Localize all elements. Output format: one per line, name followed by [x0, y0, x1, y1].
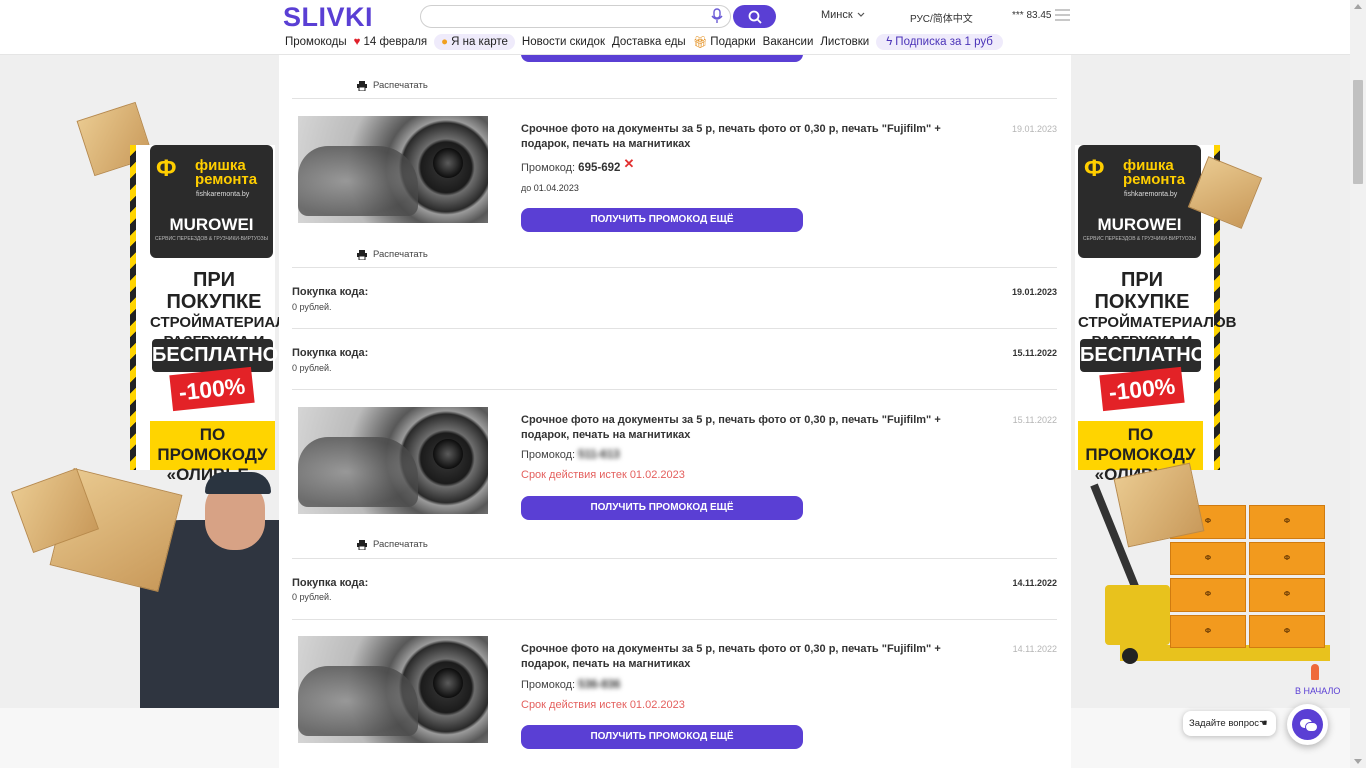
search-button[interactable]: [733, 5, 776, 28]
offer-title[interactable]: Срочное фото на документы за 5 р, печать…: [521, 413, 971, 443]
promocode: Промокод: 536-836: [521, 679, 621, 691]
nav-promocodes[interactable]: Промокоды: [285, 36, 347, 48]
get-promocode-button[interactable]: ПОЛУЧИТЬ ПРОМОКОД ЕЩЁ: [521, 725, 803, 749]
site-header: SLIVKI Минск РУС/简体中文 *** 83.45 Промокод…: [0, 0, 1350, 55]
hand-icon: ☚: [1259, 718, 1268, 729]
scroll-up-arrow[interactable]: [1354, 4, 1362, 9]
valid-until: до 01.04.2023: [521, 183, 579, 193]
offer-date: 14.11.2022: [1012, 644, 1057, 654]
offer-title[interactable]: Срочное фото на документы за 5 р, печать…: [521, 122, 971, 152]
print-link[interactable]: Распечатать: [357, 539, 428, 550]
purchase-date: 14.11.2022: [1012, 578, 1057, 588]
purchase-label: Покупка кода:: [292, 347, 369, 359]
ad-discount: -100%: [1099, 366, 1185, 412]
lightning-icon: ϟ: [886, 36, 893, 48]
ask-question-bubble[interactable]: Задайте вопрос☚: [1183, 711, 1276, 736]
scroll-down-arrow[interactable]: [1354, 759, 1362, 764]
chevron-down-icon: [857, 12, 865, 17]
get-promocode-button[interactable]: ПОЛУЧИТЬ ПРОМОКОД ЕЩЁ: [521, 496, 803, 520]
cross-icon: ✕: [623, 156, 635, 171]
left-ad-panel[interactable]: Ф фишка ремонта fishkaremonta.by MUROWEI…: [130, 145, 308, 484]
nav-feb14[interactable]: ♥ 14 февраля: [354, 36, 428, 48]
divider: [292, 267, 1057, 268]
fishka-logo: Ф фишка ремонта fishkaremonta.by MUROWEI…: [150, 145, 273, 258]
rocket-icon[interactable]: [1311, 664, 1319, 680]
nav-vacancies[interactable]: Вакансии: [763, 36, 814, 48]
divider: [292, 558, 1057, 559]
ad-free-label: БЕСПЛАТНО: [1080, 339, 1206, 372]
heart-icon: ♥: [353, 36, 361, 48]
promocode: Промокод: 695-692 ✕: [521, 156, 635, 174]
offer-date: 19.01.2023: [1011, 124, 1057, 134]
site-logo[interactable]: SLIVKI: [283, 2, 373, 33]
back-to-top-link[interactable]: В НАЧАЛО: [1295, 686, 1340, 696]
hazard-stripes: [130, 145, 136, 470]
search-icon: [748, 10, 762, 24]
chat-button[interactable]: [1287, 704, 1328, 745]
purchase-price: 0 рублей.: [292, 302, 332, 312]
worker-cap: [205, 472, 271, 494]
ad-promo-label: ПО ПРОМОКОДУ «ОЛИВЬЕ»: [150, 421, 275, 484]
truck-wheel: [1122, 648, 1138, 664]
expired-notice: Срок действия истек 01.02.2023: [521, 699, 685, 711]
currency-rate: *** 83.45: [1012, 10, 1052, 21]
divider: [292, 328, 1057, 329]
nav-leaflets[interactable]: Листовки: [820, 36, 869, 48]
ad-discount: -100%: [169, 366, 255, 412]
nav-on-map[interactable]: ● Я на карте: [434, 34, 515, 50]
printer-icon: [357, 539, 367, 550]
fishka-logo: Ф фишка ремонта fishkaremonta.by MUROWEI…: [1078, 145, 1201, 258]
purchase-date: 19.01.2023: [1011, 287, 1057, 297]
print-link[interactable]: Распечатать: [357, 249, 428, 260]
language-selector[interactable]: РУС/简体中文: [910, 10, 973, 25]
ad-free-label: БЕСПЛАТНО: [152, 339, 278, 372]
purchase-price: 0 рублей.: [292, 363, 332, 373]
offer-photo[interactable]: [298, 407, 488, 514]
nav-discount-news[interactable]: Новости скидок: [522, 36, 605, 48]
print-link[interactable]: Распечатать: [357, 80, 428, 91]
nav-food-delivery[interactable]: Доставка еды: [612, 36, 686, 48]
divider: [292, 619, 1057, 620]
nav-subscription[interactable]: ϟ Подписка за 1 руб: [876, 34, 1003, 50]
expired-notice: Срок действия истек 01.02.2023: [521, 469, 685, 481]
divider: [292, 98, 1057, 99]
page-scrollbar[interactable]: [1350, 0, 1366, 768]
main-nav: Промокоды ♥ 14 февраля ● Я на карте Новост…: [285, 34, 1003, 50]
chat-icon: [1292, 709, 1323, 740]
search-input[interactable]: [420, 5, 731, 28]
map-pin-icon: ●: [441, 36, 449, 48]
printer-icon: [357, 80, 367, 91]
purchase-price: 0 рублей.: [292, 592, 332, 602]
pallet-truck: [1105, 585, 1170, 645]
purchase-label: Покупка кода:: [292, 577, 369, 589]
microphone-icon[interactable]: [710, 8, 724, 24]
gift-icon: 🎁︎: [692, 37, 708, 49]
nav-gifts[interactable]: 🎁︎ Подарки: [693, 35, 756, 49]
divider: [292, 389, 1057, 390]
menu-icon[interactable]: [1055, 9, 1070, 21]
purchase-label: Покупка кода:: [292, 286, 369, 298]
city-selector[interactable]: Минск: [821, 9, 865, 21]
printer-icon: [357, 249, 367, 260]
offer-photo[interactable]: [298, 116, 488, 223]
offer-title[interactable]: Срочное фото на документы за 5 р, печать…: [521, 642, 971, 672]
offer-photo[interactable]: [298, 636, 488, 743]
offer-date: 15.11.2022: [1012, 415, 1057, 425]
scroll-thumb[interactable]: [1353, 80, 1363, 184]
purchase-date: 15.11.2022: [1012, 348, 1057, 358]
get-promocode-button[interactable]: ПОЛУЧИТЬ ПРОМОКОД ЕЩЁ: [521, 208, 803, 232]
promocode: Промокод: 511-613: [521, 449, 620, 461]
